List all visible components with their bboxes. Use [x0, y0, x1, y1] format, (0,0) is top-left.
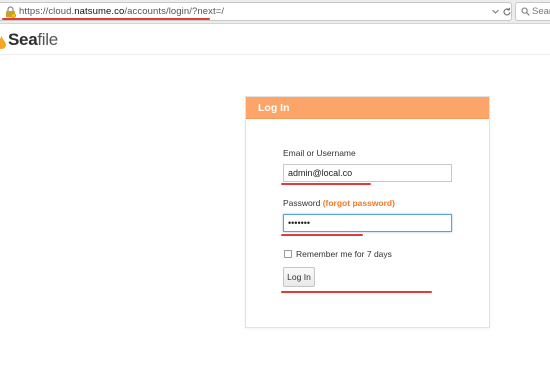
- reload-icon[interactable]: [502, 7, 512, 17]
- username-label: Email or Username: [283, 148, 356, 158]
- url-annotation-underline: [2, 18, 210, 20]
- login-title: Log In: [258, 102, 290, 114]
- search-bar[interactable]: Sear: [515, 2, 550, 21]
- password-label: Password (forgot password): [283, 198, 395, 208]
- login-panel: Log In Email or Username Password (forgo…: [245, 96, 490, 328]
- logo-text: Seafile: [8, 30, 58, 49]
- login-button[interactable]: Log In: [283, 267, 315, 287]
- site-header: Seafile: [0, 25, 550, 55]
- password-field[interactable]: [283, 214, 452, 232]
- security-lock-icon[interactable]: [5, 6, 16, 18]
- forgot-password-link[interactable]: (forgot password): [323, 198, 395, 208]
- password-annotation-underline: [281, 234, 363, 236]
- remember-me-label: Remember me for 7 days: [296, 249, 392, 259]
- url-text[interactable]: https://cloud.natsume.co/accounts/login/…: [19, 6, 224, 17]
- search-icon: [521, 7, 530, 16]
- username-field[interactable]: [283, 164, 452, 182]
- chevron-down-icon[interactable]: [491, 7, 500, 16]
- browser-toolbar: https://cloud.natsume.co/accounts/login/…: [0, 0, 550, 24]
- login-panel-header: Log In: [246, 97, 489, 119]
- search-placeholder: Sear: [532, 6, 550, 17]
- login-annotation-underline: [281, 291, 432, 293]
- logo-drop-icon: [0, 36, 6, 49]
- remember-me-checkbox[interactable]: [284, 250, 292, 258]
- username-annotation-underline: [281, 183, 371, 185]
